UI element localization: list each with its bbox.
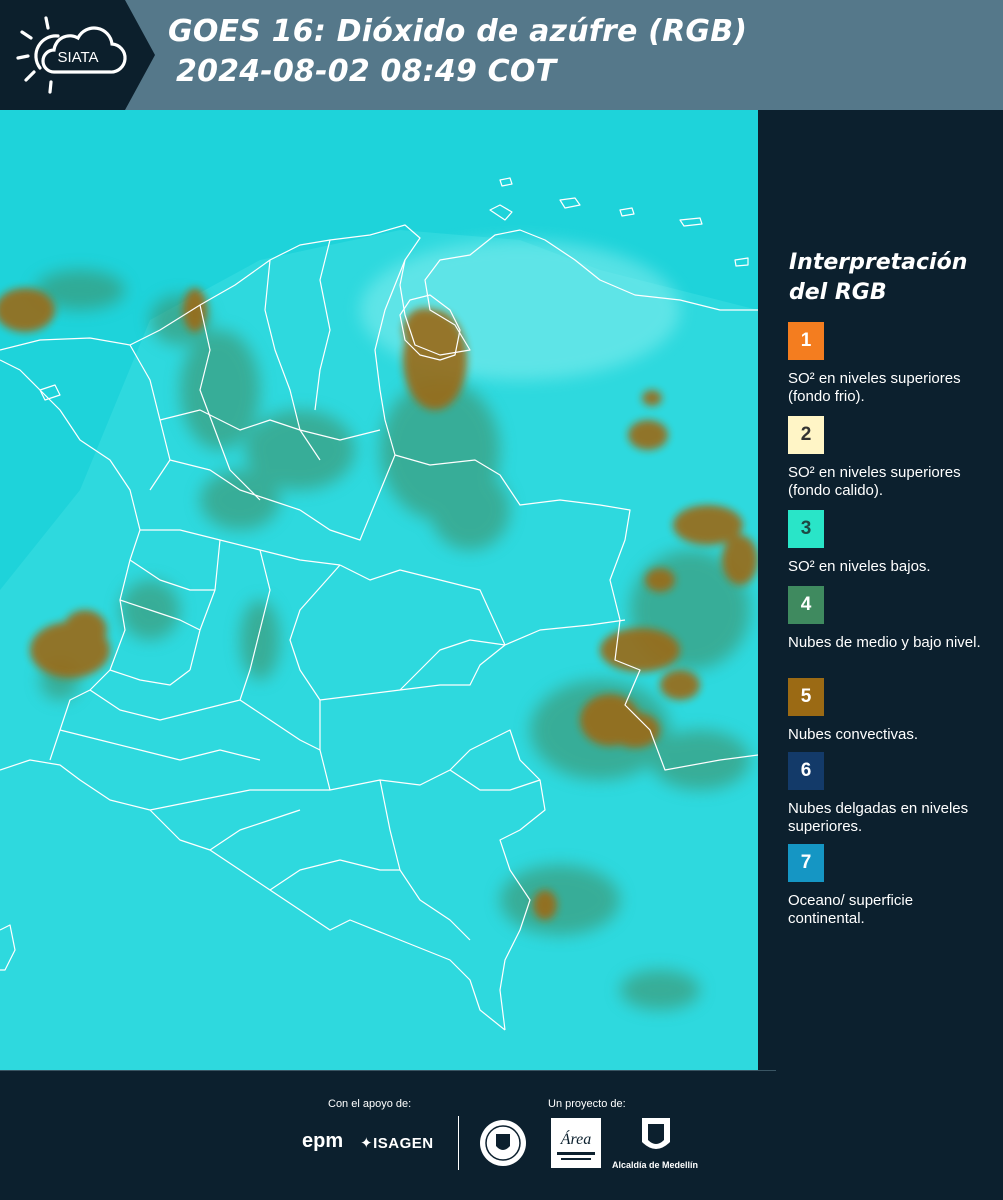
legend-label-1: SO² en niveles superiores (fondo frio).: [788, 370, 961, 405]
legend-label-4: Nubes de medio y bajo nivel.: [788, 634, 981, 651]
isagen-star-icon: ✦: [360, 1135, 374, 1152]
legend-item-3: 3 SO² en niveles bajos.: [788, 510, 988, 576]
legend-swatch-7: 7: [788, 844, 824, 882]
isagen-logo-text: ISAGEN: [373, 1135, 434, 1152]
legend-label-7: Oceano/ superficie continental.: [788, 892, 914, 927]
satellite-map: [0, 110, 758, 1070]
page-title: GOES 16: Dióxido de azúfre (RGB): [168, 14, 748, 49]
legend-item-6: 6 Nubes delgadas en niveles superiores.: [788, 752, 988, 836]
footer-separator: [458, 1116, 459, 1170]
legend-panel: Interpretación del RGB 1 SO² en niveles …: [758, 110, 1003, 1070]
footer-divider-line: [0, 1070, 776, 1071]
legend-label-3: SO² en niveles bajos.: [788, 558, 931, 575]
legend-heading-line-2: del RGB: [789, 280, 887, 305]
medellin-seal-logo: [480, 1120, 526, 1166]
legend-heading: Interpretación del RGB: [789, 248, 989, 308]
legend-item-7: 7 Oceano/ superficie continental.: [788, 844, 988, 928]
alcaldia-text: Alcaldía de Medellín: [612, 1160, 699, 1170]
siata-brand-text: SIATA: [57, 49, 98, 66]
siata-logo: SIATA: [16, 16, 127, 94]
map-canvas: [0, 110, 758, 1070]
legend-swatch-4: 4: [788, 586, 824, 624]
header: SIATA GOES 16: Dióxido de azúfre (RGB) 2…: [0, 0, 1003, 110]
area-logo-text: Área: [560, 1129, 592, 1148]
support-caption: Con el apoyo de:: [328, 1098, 412, 1110]
area-metropolitana-logo: Área: [551, 1118, 601, 1168]
legend-swatch-1: 1: [788, 322, 824, 360]
legend-label-5: Nubes convectivas.: [788, 726, 919, 743]
legend-swatch-5: 5: [788, 678, 824, 716]
legend-item-2: 2 SO² en niveles superiores (fondo calid…: [788, 416, 988, 500]
legend-item-5: 5 Nubes convectivas.: [788, 678, 988, 744]
alcaldia-shield-logo: [642, 1118, 670, 1149]
project-caption: Un proyecto de:: [548, 1098, 626, 1110]
timestamp: 2024-08-02 08:49 COT: [176, 54, 557, 89]
legend-heading-line-1: Interpretación: [789, 250, 968, 275]
legend-label-2: SO² en niveles superiores (fondo calido)…: [788, 464, 961, 499]
footer: Con el apoyo de: Un proyecto de: epm ✦IS…: [0, 1070, 1003, 1200]
epm-logo: epm: [302, 1130, 344, 1152]
legend-item-4: 4 Nubes de medio y bajo nivel.: [788, 586, 988, 652]
legend-swatch-3: 3: [788, 510, 824, 548]
legend-label-6: Nubes delgadas en niveles superiores.: [788, 800, 969, 835]
legend-swatch-2: 2: [788, 416, 824, 454]
isagen-logo: ✦ISAGEN: [360, 1134, 434, 1152]
legend-item-1: 1 SO² en niveles superiores (fondo frio)…: [788, 322, 988, 406]
legend-swatch-6: 6: [788, 752, 824, 790]
